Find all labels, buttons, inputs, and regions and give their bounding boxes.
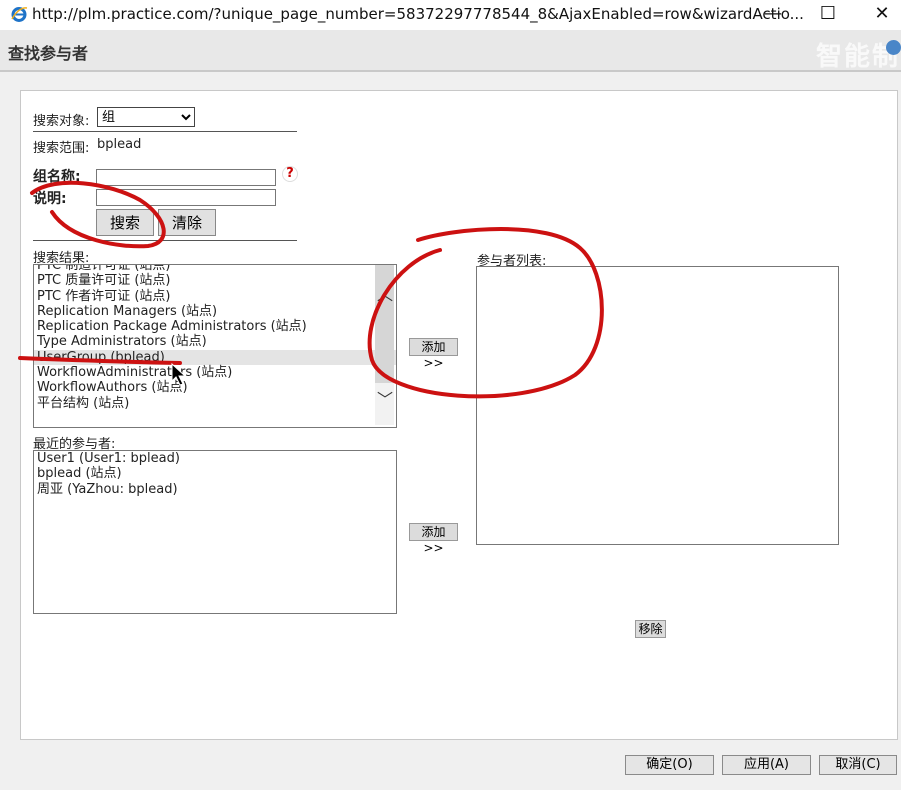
list-item[interactable]: bplead (站点)	[34, 466, 396, 481]
settings-icon[interactable]	[886, 40, 901, 55]
internet-explorer-icon	[11, 7, 28, 22]
list-item[interactable]: Replication Managers (站点)	[34, 304, 396, 319]
search-object-label: 搜索对象:	[33, 114, 90, 129]
list-item[interactable]: PTC 作者许可证 (站点)	[34, 289, 396, 304]
group-name-input[interactable]	[96, 169, 276, 186]
add-results-button[interactable]: 添加 >>	[409, 338, 458, 370]
remove-button[interactable]: 移除	[635, 620, 666, 638]
search-results-items: PTC 制造许可证 (站点) PTC 质量许可证 (站点) PTC 作者许可证 (站…	[34, 265, 396, 411]
chevron-up-icon[interactable]: ︿	[376, 281, 394, 305]
minimize-button[interactable]: —	[753, 2, 793, 28]
dialog-header	[0, 30, 901, 72]
recent-participants-list[interactable]: User1 (User1: bplead) bplead (站点) 周亚 (YaZh…	[33, 450, 397, 614]
list-item[interactable]: PTC 质量许可证 (站点)	[34, 273, 396, 288]
recent-participants-items: User1 (User1: bplead) bplead (站点) 周亚 (YaZh…	[34, 451, 396, 497]
list-item[interactable]: 平台结构 (站点)	[34, 396, 396, 411]
description-label: 说明:	[33, 191, 67, 207]
list-item[interactable]: PTC 制造许可证 (站点)	[34, 265, 396, 273]
close-button[interactable]: ✕	[862, 2, 901, 28]
dialog-title: 查找参与者	[8, 44, 89, 63]
list-item[interactable]: 周亚 (YaZhou: bplead)	[34, 482, 396, 497]
window-url: http://plm.practice.com/?unique_page_num…	[32, 5, 804, 23]
search-scope-value: bplead	[97, 137, 142, 152]
search-button[interactable]: 搜索	[96, 209, 154, 236]
chevron-down-icon[interactable]: ﹀	[376, 386, 394, 410]
list-item[interactable]: User1 (User1: bplead)	[34, 451, 396, 466]
list-item[interactable]: UserGroup (bplead)	[34, 349, 396, 366]
group-name-label: 组名称:	[33, 169, 81, 185]
list-item[interactable]: Type Administrators (站点)	[34, 334, 396, 349]
list-item[interactable]: Replication Package Administrators (站点)	[34, 319, 396, 334]
list-item[interactable]: WorkflowAdministrators (站点)	[34, 365, 396, 380]
apply-button[interactable]: 应用(A)	[722, 755, 811, 775]
help-icon[interactable]: ?	[282, 166, 298, 182]
cancel-button[interactable]: 取消(C)	[819, 755, 897, 775]
search-scope-label: 搜索范围:	[33, 141, 90, 156]
search-results-list[interactable]: PTC 制造许可证 (站点) PTC 质量许可证 (站点) PTC 作者许可证 (站…	[33, 264, 397, 428]
add-recent-button[interactable]: 添加 >>	[409, 523, 458, 555]
participant-list[interactable]	[476, 266, 839, 545]
description-input[interactable]	[96, 189, 276, 206]
divider	[33, 131, 297, 132]
list-item[interactable]: WorkflowAuthors (站点)	[34, 380, 396, 395]
maximize-button[interactable]: ☐	[808, 2, 848, 28]
search-object-select[interactable]: 组	[97, 107, 195, 127]
ok-button[interactable]: 确定(O)	[625, 755, 714, 775]
clear-button[interactable]: 清除	[158, 209, 216, 236]
divider	[33, 240, 297, 241]
